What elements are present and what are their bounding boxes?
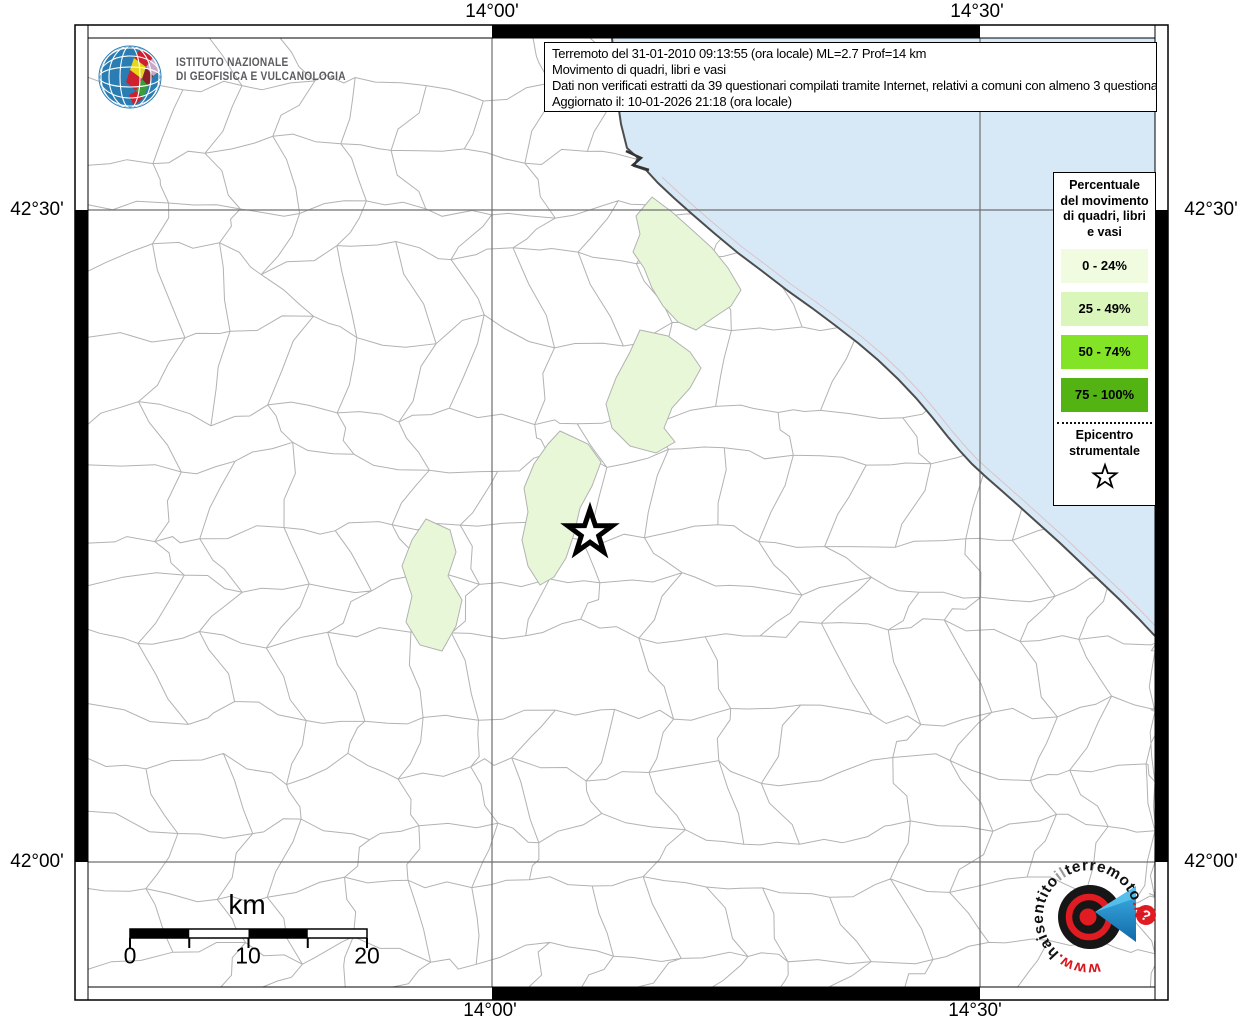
event-updated: Aggiornato il: 10-01-2026 21:18 (ora loc…	[552, 94, 1149, 110]
scalebar-segment	[249, 929, 308, 938]
ingv-globe-logo	[96, 43, 164, 111]
legend-title: Percentuale del movimento di quadri, lib…	[1059, 178, 1150, 240]
lon-label-top-left: 14°00'	[465, 1, 519, 23]
event-title: Terremoto del 31-01-2010 09:13:55 (ora l…	[552, 46, 1149, 62]
legend-epicenter-star	[1093, 465, 1116, 487]
frame-black-bottom	[492, 987, 980, 1000]
ingv-institute-name: ISTITUTO NAZIONALE DI GEOFISICA E VULCAN…	[176, 56, 346, 84]
logo-red-center	[1080, 909, 1097, 926]
event-effect: Movimento di quadri, libri e vasi	[552, 62, 1149, 78]
legend-swatch-25-49: 25 - 49%	[1061, 292, 1148, 326]
star-icon	[1090, 462, 1120, 490]
scalebar-segment	[130, 929, 189, 938]
lat-label-right-top: 42°30'	[1184, 199, 1238, 221]
lon-label-bottom-left: 14°00'	[463, 1000, 517, 1022]
scalebar-tick-0: 0	[124, 943, 137, 970]
legend-swatch-0-24: 0 - 24%	[1061, 249, 1148, 283]
legend-swatch-75-100: 75 - 100%	[1061, 378, 1148, 412]
frame-black-left	[75, 210, 88, 862]
legend-separator	[1057, 422, 1152, 424]
legend-swatch-50-74: 50 - 74%	[1061, 335, 1148, 369]
lat-label-left-bottom: 42°00'	[10, 851, 64, 873]
scalebar-tick-10: 10	[235, 943, 261, 970]
ingv-institute-line2: DI GEOFISICA E VULCANOLOGIA	[176, 70, 346, 84]
logo-text-www: www.	[1052, 950, 1102, 978]
legend: Percentuale del movimento di quadri, lib…	[1053, 172, 1156, 506]
ingv-felt-map-page: ISTITUTO NAZIONALE DI GEOFISICA E VULCAN…	[0, 0, 1256, 1024]
event-info-box: Terremoto del 31-01-2010 09:13:55 (ora l…	[544, 42, 1157, 112]
scalebar-tick-20: 20	[354, 943, 380, 970]
lon-label-bottom-right: 14°30'	[948, 1000, 1002, 1022]
logo-text-haisentito: haisentito	[1030, 872, 1062, 962]
haisentito-site-logo: ? www.haisentitoilterremoto.it	[1022, 850, 1167, 995]
legend-epicenter-label-1: Epicentro	[1054, 428, 1155, 444]
event-data-note: Dati non verificati estratti da 39 quest…	[552, 78, 1149, 94]
lat-label-right-bottom: 42°00'	[1184, 851, 1238, 873]
lon-label-top-right: 14°30'	[950, 1, 1004, 23]
ingv-institute-line1: ISTITUTO NAZIONALE	[176, 56, 346, 70]
lat-label-left-top: 42°30'	[10, 199, 64, 221]
scalebar-unit: km	[228, 889, 265, 921]
frame-black-top	[492, 25, 980, 38]
frame-black-right	[1155, 210, 1168, 862]
legend-epicenter-label-2: strumentale	[1054, 444, 1155, 460]
